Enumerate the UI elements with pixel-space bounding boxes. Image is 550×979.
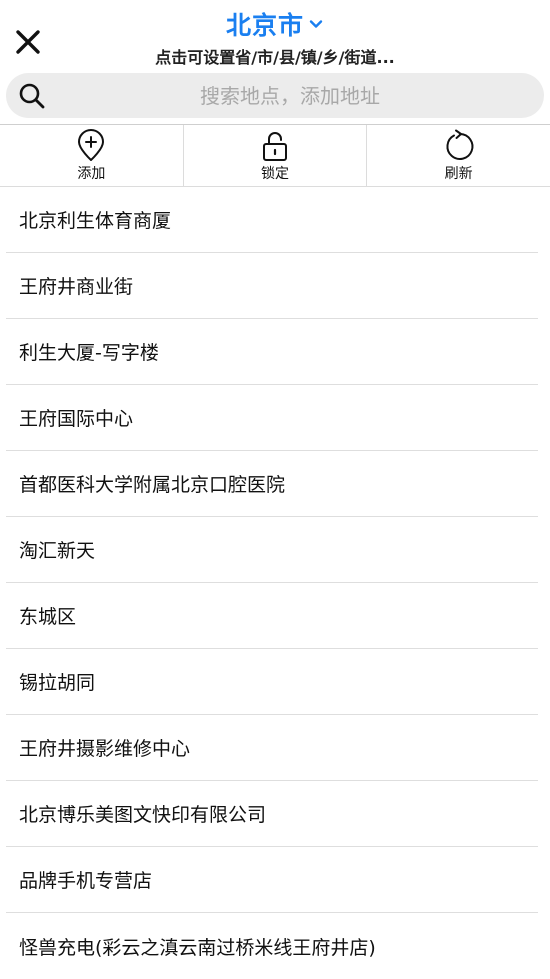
list-item[interactable]: 首都医科大学附属北京口腔医院 (6, 451, 538, 517)
refresh-icon (446, 129, 474, 160)
search-icon (19, 83, 45, 109)
place-name: 锡拉胡同 (19, 672, 96, 694)
place-name: 利生大厦-写字楼 (19, 342, 159, 364)
lock-button[interactable]: 锁定 (182, 125, 367, 186)
list-item[interactable]: 锡拉胡同 (6, 649, 538, 715)
place-name: 东城区 (19, 606, 77, 628)
place-name: 淘汇新天 (19, 540, 96, 562)
place-name: 北京利生体育商厦 (19, 210, 172, 232)
region-hint[interactable]: 点击可设置省/市/县/镇/乡/街道... (0, 44, 550, 68)
place-name: 首都医科大学附属北京口腔医院 (19, 474, 286, 496)
place-list: 北京利生体育商厦 王府井商业街 利生大厦-写字楼 王府国际中心 首都医科大学附属… (6, 187, 538, 979)
toolbar: 添加 锁定 刷新 (0, 124, 550, 187)
add-location-icon (78, 129, 105, 161)
add-label: 添加 (77, 166, 106, 182)
place-name: 北京博乐美图文快印有限公司 (19, 804, 267, 826)
list-item[interactable]: 王府井商业街 (6, 253, 538, 319)
header: 北京市 点击可设置省/市/县/镇/乡/街道... (0, 0, 550, 70)
list-item[interactable]: 王府国际中心 (6, 385, 538, 451)
place-name: 王府国际中心 (19, 408, 134, 430)
unlock-icon (263, 132, 287, 161)
search-input[interactable] (56, 73, 524, 118)
list-item[interactable]: 北京利生体育商厦 (6, 187, 538, 253)
list-item[interactable]: 东城区 (6, 583, 538, 649)
lock-label: 锁定 (261, 166, 289, 182)
list-item[interactable]: 怪兽充电(彩云之滇云南过桥米线王府井店) (6, 913, 538, 979)
list-item[interactable]: 利生大厦-写字楼 (6, 319, 538, 385)
add-button[interactable]: 添加 (0, 125, 183, 186)
city-selector[interactable]: 北京市 (226, 6, 324, 42)
refresh-label: 刷新 (444, 166, 473, 182)
list-item[interactable]: 王府井摄影维修中心 (6, 715, 538, 781)
search-bar (6, 73, 544, 118)
city-name: 北京市 (225, 11, 304, 40)
list-item[interactable]: 淘汇新天 (6, 517, 538, 583)
list-item[interactable]: 品牌手机专营店 (6, 847, 538, 913)
place-name: 王府井摄影维修中心 (19, 738, 191, 760)
list-item[interactable]: 北京博乐美图文快印有限公司 (6, 781, 538, 847)
chevron-down-icon (309, 20, 323, 28)
place-name: 王府井商业街 (19, 276, 134, 298)
place-name: 怪兽充电(彩云之滇云南过桥米线王府井店) (19, 936, 376, 959)
city-row: 北京市 (0, 6, 550, 42)
place-name: 品牌手机专营店 (19, 870, 153, 892)
refresh-button[interactable]: 刷新 (366, 125, 550, 186)
